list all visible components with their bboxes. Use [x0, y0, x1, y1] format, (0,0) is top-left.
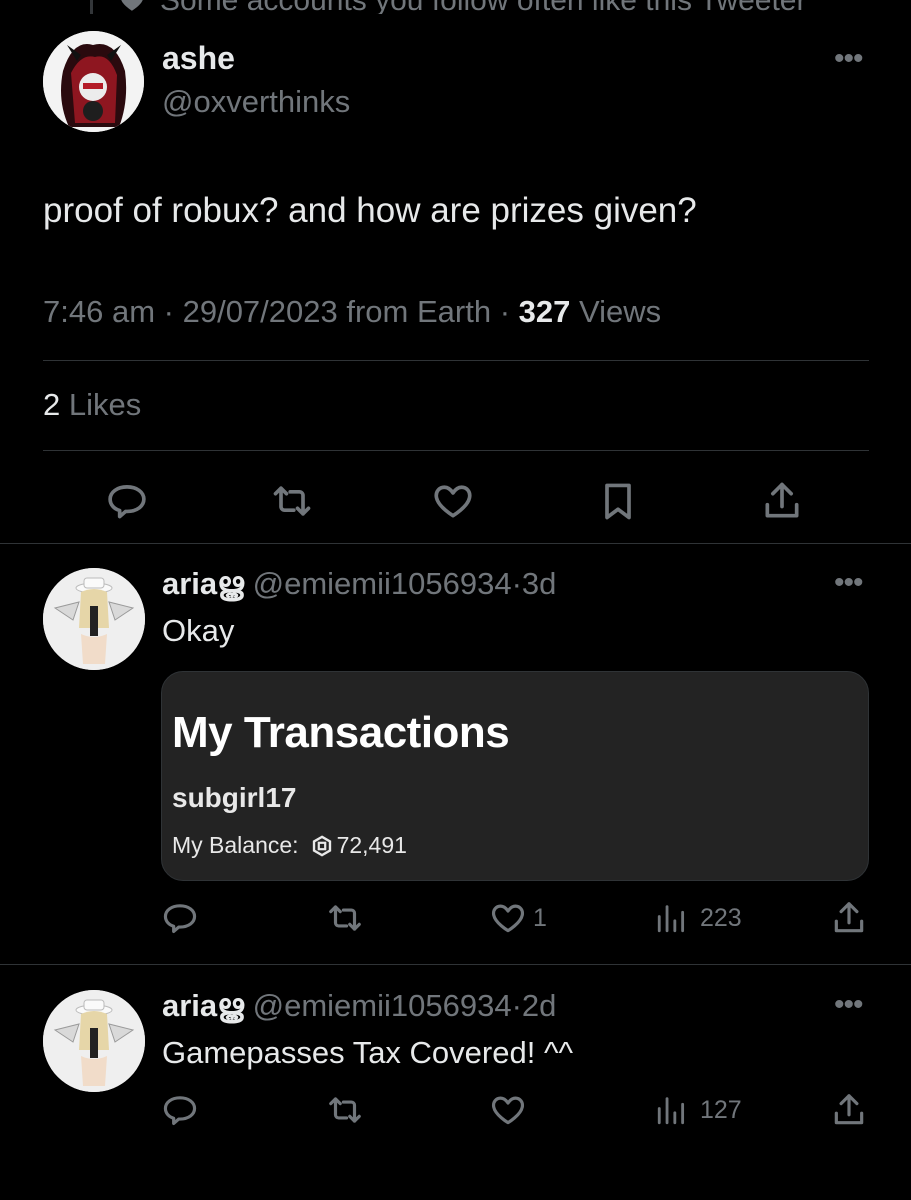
likes-label[interactable]: Likes: [69, 387, 141, 422]
more-icon[interactable]: •••: [834, 44, 863, 74]
views-icon[interactable]: [655, 1092, 689, 1128]
tweet-meta: 7:46 am · 29/07/2023 from Earth · 327 Vi…: [43, 294, 661, 330]
view-count[interactable]: 127: [700, 1096, 742, 1125]
like-count[interactable]: 1: [533, 904, 547, 933]
social-context: Some accounts you follow often like this…: [0, 0, 911, 14]
retweet-icon[interactable]: [325, 899, 365, 937]
avatar-image: [43, 31, 144, 132]
reply-icon[interactable]: [161, 1091, 199, 1129]
reply-text: Gamepasses Tax Covered! ^^: [162, 1035, 574, 1070]
author-name[interactable]: ariaൠ: [162, 566, 244, 601]
views-icon[interactable]: [655, 900, 689, 936]
views-label[interactable]: Views: [579, 294, 661, 329]
media-balance: My Balance: 72,491: [172, 832, 407, 859]
views-count[interactable]: 327: [519, 294, 571, 329]
separator: ·: [163, 294, 174, 329]
reply-icon[interactable]: [161, 899, 199, 937]
avatar-image: [43, 568, 145, 670]
reply-time[interactable]: 3d: [522, 566, 556, 601]
tweet-text: proof of robux? and how are prizes given…: [43, 191, 697, 230]
robux-icon: [312, 834, 331, 857]
author-name[interactable]: ariaൠ: [162, 988, 244, 1023]
avatar[interactable]: [43, 990, 145, 1092]
author-handle[interactable]: @emiemii1056934: [253, 988, 512, 1023]
social-context-text: Some accounts you follow often like this…: [160, 0, 806, 14]
more-icon[interactable]: •••: [834, 990, 863, 1020]
media-username: subgirl17: [172, 782, 297, 813]
avatar[interactable]: [43, 568, 145, 670]
author-name[interactable]: ashe: [162, 40, 235, 77]
retweet-icon[interactable]: [325, 1091, 365, 1129]
separator: ·: [511, 988, 522, 1023]
avatar[interactable]: [43, 31, 144, 132]
tweet-date: 29/07/2023: [182, 294, 338, 329]
likes-count[interactable]: 2: [43, 387, 60, 422]
heart-icon[interactable]: [489, 1091, 527, 1129]
balance-value: 72,491: [336, 832, 407, 858]
author-handle[interactable]: @oxverthinks: [162, 84, 350, 120]
heart-icon: [121, 0, 143, 11]
bookmark-icon[interactable]: [596, 479, 640, 523]
heart-icon[interactable]: [431, 479, 475, 523]
balance-label: My Balance:: [172, 832, 299, 858]
reply-header: ariaൠ @emiemii1056934·3d: [162, 566, 556, 603]
separator: ·: [499, 294, 511, 329]
divider: [0, 543, 911, 544]
tweet-source: from Earth: [346, 294, 492, 329]
more-icon[interactable]: •••: [834, 568, 863, 598]
author-handle[interactable]: @emiemii1056934: [253, 566, 512, 601]
separator: ·: [511, 566, 522, 601]
view-count[interactable]: 223: [700, 904, 742, 933]
reply-text: Okay: [162, 613, 235, 648]
reply-icon[interactable]: [105, 479, 149, 523]
share-icon[interactable]: [830, 899, 868, 937]
share-icon[interactable]: [830, 1091, 868, 1129]
thread-line: [90, 0, 93, 14]
media-title: My Transactions: [172, 708, 510, 757]
reply-time[interactable]: 2d: [522, 988, 556, 1023]
heart-icon[interactable]: [489, 899, 527, 937]
divider: [43, 450, 869, 451]
divider: [43, 360, 869, 361]
tweet-time: 7:46 am: [43, 294, 156, 329]
media-image[interactable]: My Transactions subgirl17 My Balance: 72…: [161, 671, 869, 881]
reply-header: ariaൠ @emiemii1056934·2d: [162, 988, 556, 1025]
likes-summary[interactable]: 2 Likes: [43, 387, 141, 423]
retweet-icon[interactable]: [269, 479, 315, 523]
avatar-image: [43, 990, 145, 1092]
divider: [0, 964, 911, 965]
share-icon[interactable]: [760, 479, 804, 523]
